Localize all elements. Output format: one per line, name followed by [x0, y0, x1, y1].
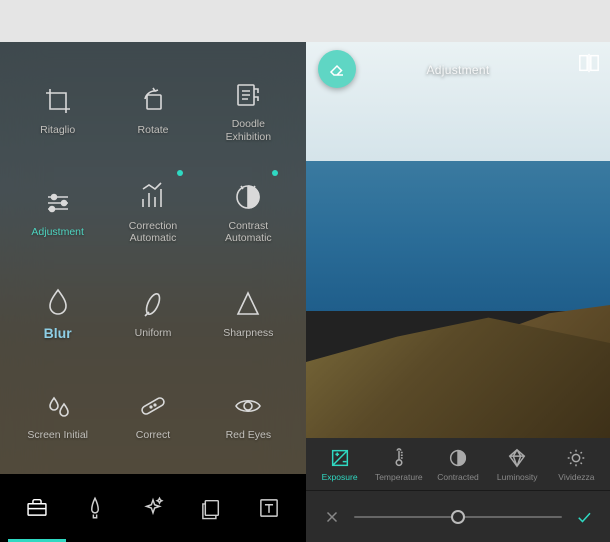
tool-grid: Ritaglio Rotate Doodle Exhibition Adjust… [0, 42, 306, 474]
app-topbar [0, 0, 610, 42]
autocontrast-icon [232, 180, 264, 214]
close-icon [323, 508, 341, 526]
cancel-button[interactable] [318, 503, 346, 531]
tool-label: Blur [44, 325, 72, 342]
text-icon [256, 495, 282, 521]
compare-button[interactable] [578, 52, 600, 79]
tool-screen[interactable]: Screen Initial [10, 365, 105, 467]
sun-icon [565, 447, 587, 469]
rotate-icon [137, 84, 169, 118]
tool-adjustment[interactable]: Adjustment [10, 162, 105, 264]
tool-doodle[interactable]: Doodle Exhibition [201, 60, 296, 162]
compare-icon [578, 52, 600, 74]
adjust-contrast[interactable]: Contracted [428, 447, 487, 482]
tool-label: Rotate [138, 124, 169, 137]
preview-header: Adjustment [306, 50, 610, 90]
adjust-exposure[interactable]: Exposure [310, 447, 369, 482]
drops-icon [42, 389, 74, 423]
nav-toolbox[interactable] [8, 474, 66, 542]
nav-magic[interactable] [124, 474, 182, 542]
eye-icon [232, 389, 264, 423]
tool-autocontrast[interactable]: Contrast Automatic [201, 162, 296, 264]
sparkle-icon [140, 495, 166, 521]
layers-icon [198, 495, 224, 521]
tool-label: Correction Automatic [113, 220, 193, 245]
adjustment-strip: Exposure Temperature Contracted Luminosi… [306, 438, 610, 490]
sliders-icon [42, 186, 74, 220]
feather-icon [137, 287, 169, 321]
toolbox-icon [24, 494, 50, 520]
tool-label: Red Eyes [226, 429, 272, 442]
bandage-icon [137, 389, 169, 423]
crop-icon [42, 84, 74, 118]
adjust-label: Luminosity [497, 472, 538, 482]
tool-label: Sharpness [223, 327, 273, 340]
nav-brush[interactable] [66, 474, 124, 542]
tool-label: Screen Initial [27, 429, 88, 442]
diamond-icon [506, 447, 528, 469]
exposure-icon [329, 447, 351, 469]
nav-text[interactable] [240, 474, 298, 542]
preview-panel: Adjustment Exposure Temperature Contract… [306, 42, 610, 542]
tool-crop[interactable]: Ritaglio [10, 60, 105, 162]
preview-title: Adjustment [426, 63, 489, 77]
tool-blur[interactable]: Blur [10, 263, 105, 365]
slider-row [306, 490, 610, 542]
confirm-button[interactable] [570, 503, 598, 531]
adjust-vividness[interactable]: Vividezza [547, 447, 606, 482]
tool-label: Correct [136, 429, 170, 442]
adjust-luminosity[interactable]: Luminosity [488, 447, 547, 482]
tool-rotate[interactable]: Rotate [105, 60, 200, 162]
new-badge [272, 170, 278, 176]
tool-autocorrect[interactable]: Correction Automatic [105, 162, 200, 264]
doodle-icon [232, 78, 264, 112]
tool-uniform[interactable]: Uniform [105, 263, 200, 365]
adjust-label: Temperature [375, 472, 423, 482]
tool-sharpness[interactable]: Sharpness [201, 263, 296, 365]
tools-panel: Ritaglio Rotate Doodle Exhibition Adjust… [0, 42, 306, 542]
contrast-icon [447, 447, 469, 469]
slider[interactable] [354, 516, 562, 518]
blur-icon [42, 285, 74, 319]
tool-redeyes[interactable]: Red Eyes [201, 365, 296, 467]
tool-label: Uniform [135, 327, 172, 340]
brush-icon [82, 495, 108, 521]
tool-label: Contrast Automatic [208, 220, 288, 245]
sharpness-icon [232, 287, 264, 321]
bottom-nav [0, 474, 306, 542]
autocorrect-icon [137, 180, 169, 214]
tool-label: Adjustment [31, 226, 84, 239]
preview-sea [306, 161, 610, 311]
tool-correct[interactable]: Correct [105, 365, 200, 467]
nav-layers[interactable] [182, 474, 240, 542]
image-preview[interactable]: Adjustment [306, 42, 610, 438]
adjust-label: Vividezza [558, 472, 594, 482]
adjust-label: Exposure [322, 472, 358, 482]
tool-label: Ritaglio [40, 124, 75, 137]
check-icon [575, 508, 593, 526]
slider-thumb[interactable] [451, 510, 465, 524]
adjust-temperature[interactable]: Temperature [369, 447, 428, 482]
adjust-label: Contracted [437, 472, 479, 482]
main-container: Ritaglio Rotate Doodle Exhibition Adjust… [0, 42, 610, 542]
thermometer-icon [388, 447, 410, 469]
new-badge [177, 170, 183, 176]
tool-label: Doodle Exhibition [208, 118, 288, 143]
